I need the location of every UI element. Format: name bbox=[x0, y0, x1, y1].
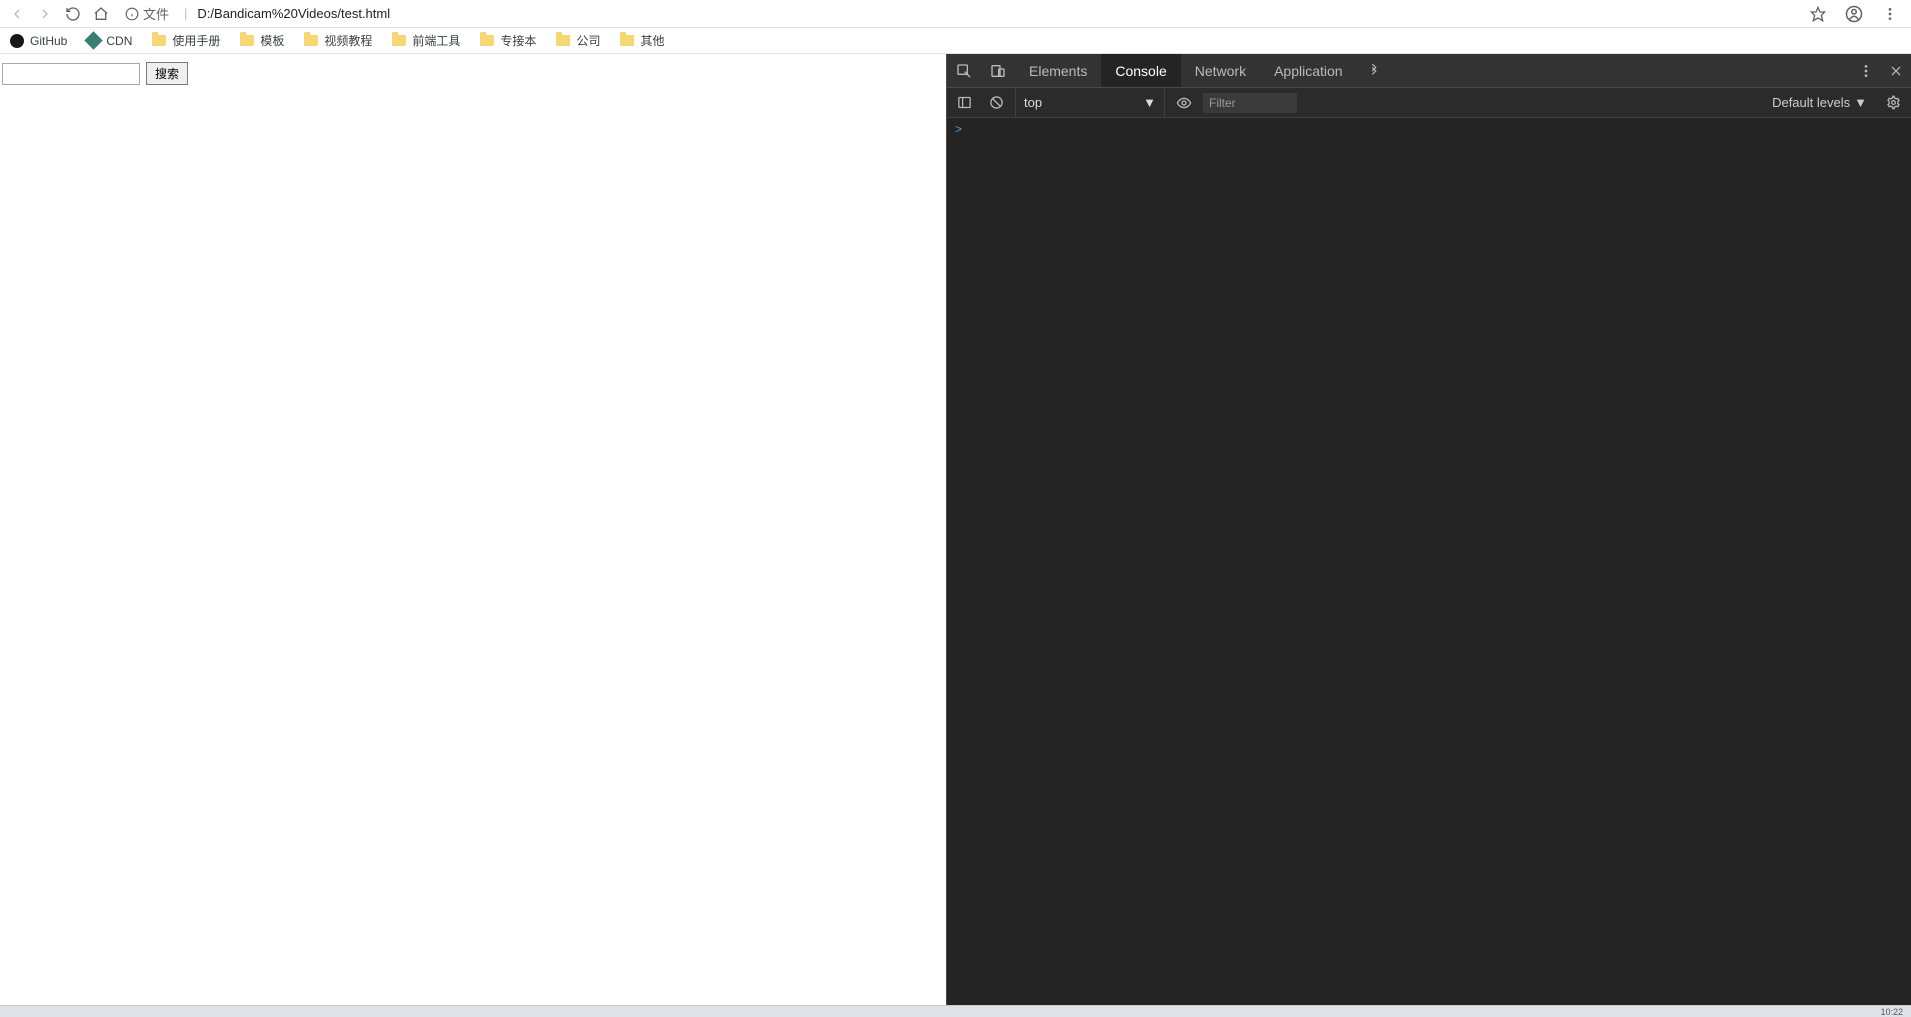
console-toolbar: top ▼ Default levels ▼ bbox=[947, 88, 1911, 118]
bookmark-folder[interactable]: 前端工具 bbox=[388, 30, 464, 51]
folder-icon bbox=[240, 35, 254, 46]
star-icon[interactable] bbox=[1809, 5, 1827, 23]
site-info-chip[interactable]: 文件 bbox=[120, 3, 174, 24]
console-output[interactable]: > bbox=[947, 118, 1911, 1005]
bookmark-label: 公司 bbox=[576, 32, 600, 49]
console-settings-icon[interactable] bbox=[1879, 95, 1907, 110]
tab-application[interactable]: Application bbox=[1260, 54, 1357, 87]
bookmark-github[interactable]: GitHub bbox=[6, 32, 71, 50]
more-tabs-icon[interactable] bbox=[1357, 54, 1391, 87]
bookmark-label: 视频教程 bbox=[324, 32, 372, 49]
console-filter-input[interactable] bbox=[1203, 93, 1297, 113]
bookmark-label: CDN bbox=[106, 34, 132, 48]
bookmark-folder[interactable]: 公司 bbox=[552, 30, 604, 51]
bookmark-folder[interactable]: 其他 bbox=[616, 30, 668, 51]
devtools-tabs: Elements Console Network Application bbox=[947, 54, 1911, 88]
console-prompt: > bbox=[955, 122, 962, 136]
search-input[interactable] bbox=[2, 63, 140, 85]
bookmark-label: 前端工具 bbox=[412, 32, 460, 49]
devtools-menu-icon[interactable] bbox=[1851, 63, 1881, 79]
folder-icon bbox=[392, 35, 406, 46]
folder-icon bbox=[556, 35, 570, 46]
home-icon[interactable] bbox=[92, 5, 110, 23]
bookmarks-bar: GitHub CDN 使用手册 模板 视频教程 前端工具 专接本 公司 其他 bbox=[0, 28, 1911, 54]
tab-console[interactable]: Console bbox=[1101, 54, 1180, 87]
context-label: top bbox=[1024, 95, 1042, 110]
info-icon bbox=[125, 7, 139, 21]
bookmark-folder[interactable]: 视频教程 bbox=[300, 30, 376, 51]
taskbar: 10:22 bbox=[0, 1005, 1911, 1017]
url-text[interactable]: D:/Bandicam%20Videos/test.html bbox=[197, 6, 390, 21]
bookmark-label: 使用手册 bbox=[172, 32, 220, 49]
search-button[interactable]: 搜索 bbox=[146, 62, 188, 85]
levels-label: Default levels bbox=[1772, 95, 1850, 110]
log-levels-selector[interactable]: Default levels ▼ bbox=[1766, 95, 1873, 110]
inspect-icon[interactable] bbox=[947, 54, 981, 87]
folder-icon bbox=[304, 35, 318, 46]
bookmark-folder[interactable]: 使用手册 bbox=[148, 30, 224, 51]
folder-icon bbox=[480, 35, 494, 46]
folder-icon bbox=[152, 35, 166, 46]
tab-network[interactable]: Network bbox=[1181, 54, 1260, 87]
clear-console-icon[interactable] bbox=[983, 90, 1009, 116]
bookmark-label: 其他 bbox=[640, 32, 664, 49]
bookmark-label: 专接本 bbox=[500, 32, 536, 49]
clock: 10:22 bbox=[1880, 1007, 1903, 1017]
forward-icon[interactable] bbox=[36, 5, 54, 23]
console-sidebar-icon[interactable] bbox=[951, 90, 977, 116]
profile-icon[interactable] bbox=[1845, 5, 1863, 23]
kebab-menu-icon[interactable] bbox=[1881, 5, 1899, 23]
devtools-panel: Elements Console Network Application bbox=[946, 54, 1911, 1005]
bookmark-cdn[interactable]: CDN bbox=[83, 32, 136, 50]
bookmark-folder[interactable]: 专接本 bbox=[476, 30, 540, 51]
back-icon[interactable] bbox=[8, 5, 26, 23]
cdn-icon bbox=[85, 31, 103, 49]
bookmark-folder[interactable]: 模板 bbox=[236, 30, 288, 51]
bookmark-label: 模板 bbox=[260, 32, 284, 49]
device-toggle-icon[interactable] bbox=[981, 54, 1015, 87]
github-icon bbox=[10, 34, 24, 48]
folder-icon bbox=[620, 35, 634, 46]
bookmark-label: GitHub bbox=[30, 34, 67, 48]
live-expression-icon[interactable] bbox=[1171, 90, 1197, 116]
context-selector[interactable]: top ▼ bbox=[1015, 88, 1165, 117]
tab-elements[interactable]: Elements bbox=[1015, 54, 1101, 87]
file-label: 文件 bbox=[143, 4, 169, 23]
chevron-down-icon: ▼ bbox=[1143, 95, 1156, 110]
reload-icon[interactable] bbox=[64, 5, 82, 23]
devtools-close-icon[interactable] bbox=[1881, 64, 1911, 78]
chevron-down-icon: ▼ bbox=[1854, 95, 1867, 110]
nav-divider: | bbox=[184, 6, 187, 21]
browser-nav: 文件 | D:/Bandicam%20Videos/test.html bbox=[0, 0, 1911, 28]
page-content: 搜索 bbox=[0, 54, 946, 1005]
